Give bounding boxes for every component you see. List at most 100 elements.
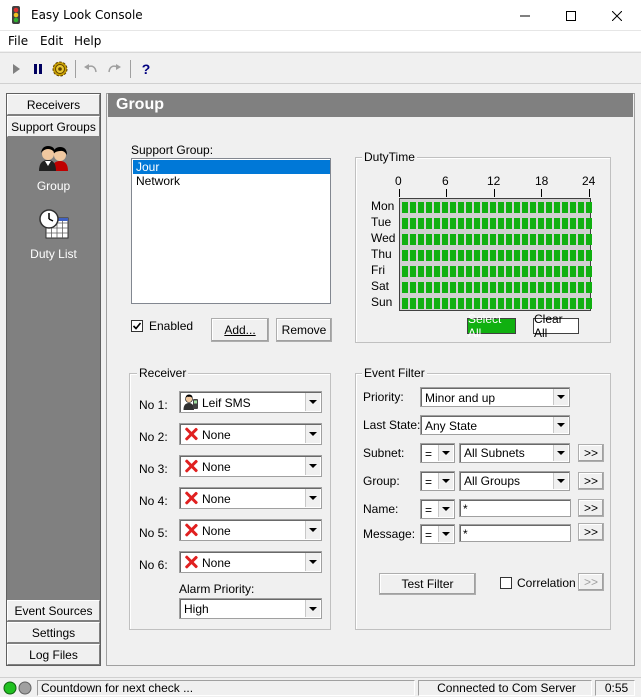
duty-cell[interactable] bbox=[458, 234, 464, 245]
name-more-button[interactable]: >> bbox=[578, 499, 604, 517]
duty-cell[interactable] bbox=[490, 218, 496, 229]
duty-cell[interactable] bbox=[586, 234, 592, 245]
duty-cell[interactable] bbox=[418, 266, 424, 277]
maximize-button[interactable] bbox=[548, 0, 594, 31]
duty-cell[interactable] bbox=[522, 250, 528, 261]
duty-cell[interactable] bbox=[434, 202, 440, 213]
duty-cell[interactable] bbox=[506, 282, 512, 293]
duty-cell[interactable] bbox=[562, 282, 568, 293]
duty-cell[interactable] bbox=[402, 282, 408, 293]
duty-cell[interactable] bbox=[506, 218, 512, 229]
duty-cell[interactable] bbox=[562, 202, 568, 213]
alarm-priority-dropdown[interactable]: High bbox=[179, 598, 322, 619]
receiver-dropdown[interactable]: None bbox=[179, 487, 322, 509]
duty-cell[interactable] bbox=[418, 202, 424, 213]
duty-cell[interactable] bbox=[538, 202, 544, 213]
duty-cell[interactable] bbox=[578, 298, 584, 309]
duty-cell[interactable] bbox=[562, 298, 568, 309]
receiver-dropdown[interactable]: None bbox=[179, 519, 322, 541]
redo-button[interactable] bbox=[105, 60, 123, 78]
duty-cell[interactable] bbox=[570, 250, 576, 261]
duty-cell[interactable] bbox=[410, 282, 416, 293]
duty-cell[interactable] bbox=[426, 234, 432, 245]
duty-cell[interactable] bbox=[514, 218, 520, 229]
duty-cell[interactable] bbox=[442, 266, 448, 277]
clear-all-button[interactable]: Clear All bbox=[533, 312, 579, 340]
nav-tab-support-groups[interactable]: Support Groups bbox=[7, 116, 100, 137]
menu-edit[interactable]: Edit bbox=[40, 34, 63, 48]
duty-cell[interactable] bbox=[570, 266, 576, 277]
duty-cell[interactable] bbox=[490, 234, 496, 245]
duty-cell[interactable] bbox=[578, 234, 584, 245]
test-filter-button[interactable]: Test Filter bbox=[379, 573, 476, 595]
list-item[interactable]: Network bbox=[133, 174, 330, 188]
duty-cell[interactable] bbox=[434, 250, 440, 261]
list-item-selected[interactable]: Jour bbox=[133, 160, 330, 174]
duty-cell[interactable] bbox=[506, 250, 512, 261]
duty-cell[interactable] bbox=[554, 266, 560, 277]
duty-cell[interactable] bbox=[546, 266, 552, 277]
duty-cell[interactable] bbox=[522, 218, 528, 229]
receiver-dropdown[interactable]: None bbox=[179, 551, 322, 573]
duty-cell[interactable] bbox=[450, 298, 456, 309]
duty-cell[interactable] bbox=[490, 298, 496, 309]
duty-cell[interactable] bbox=[546, 218, 552, 229]
duty-cell[interactable] bbox=[482, 234, 488, 245]
duty-cell[interactable] bbox=[402, 234, 408, 245]
duty-cell[interactable] bbox=[522, 266, 528, 277]
subnet-dropdown[interactable]: All Subnets bbox=[459, 443, 570, 463]
receiver-dropdown[interactable]: None bbox=[179, 455, 322, 477]
nav-item-group[interactable]: Group bbox=[7, 142, 100, 194]
duty-cell[interactable] bbox=[434, 282, 440, 293]
duty-cell[interactable] bbox=[578, 282, 584, 293]
duty-cell[interactable] bbox=[434, 266, 440, 277]
duty-cell[interactable] bbox=[562, 234, 568, 245]
duty-cell[interactable] bbox=[578, 266, 584, 277]
duty-cell[interactable] bbox=[458, 250, 464, 261]
duty-cell[interactable] bbox=[450, 218, 456, 229]
duty-cell[interactable] bbox=[450, 202, 456, 213]
duty-cell[interactable] bbox=[426, 218, 432, 229]
duty-cell[interactable] bbox=[570, 298, 576, 309]
duty-cell[interactable] bbox=[490, 266, 496, 277]
receiver-dropdown[interactable]: None bbox=[179, 423, 322, 445]
duty-cell[interactable] bbox=[498, 234, 504, 245]
correlation-checkbox[interactable] bbox=[500, 577, 512, 589]
duty-cell[interactable] bbox=[554, 234, 560, 245]
duty-cell[interactable] bbox=[530, 298, 536, 309]
duty-cell[interactable] bbox=[474, 298, 480, 309]
duty-cell[interactable] bbox=[410, 298, 416, 309]
nav-tab-receivers[interactable]: Receivers bbox=[7, 94, 100, 115]
duty-cell[interactable] bbox=[482, 202, 488, 213]
duty-cell[interactable] bbox=[490, 202, 496, 213]
duty-cell[interactable] bbox=[514, 266, 520, 277]
duty-cell[interactable] bbox=[554, 298, 560, 309]
duty-cell[interactable] bbox=[538, 282, 544, 293]
duty-cell[interactable] bbox=[458, 218, 464, 229]
minimize-button[interactable] bbox=[502, 0, 548, 31]
duty-cell[interactable] bbox=[522, 234, 528, 245]
close-button[interactable] bbox=[594, 0, 640, 31]
duty-cell[interactable] bbox=[522, 298, 528, 309]
duty-cell[interactable] bbox=[458, 266, 464, 277]
duty-cell[interactable] bbox=[450, 266, 456, 277]
duty-cell[interactable] bbox=[570, 234, 576, 245]
duty-cell[interactable] bbox=[482, 250, 488, 261]
duty-cell[interactable] bbox=[514, 282, 520, 293]
duty-cell[interactable] bbox=[482, 218, 488, 229]
duty-cell[interactable] bbox=[498, 202, 504, 213]
duty-cell[interactable] bbox=[514, 298, 520, 309]
duty-cell[interactable] bbox=[402, 250, 408, 261]
nav-tab-event-sources[interactable]: Event Sources bbox=[7, 600, 100, 621]
duty-cell[interactable] bbox=[522, 202, 528, 213]
nav-tab-settings[interactable]: Settings bbox=[7, 622, 100, 643]
duty-cell[interactable] bbox=[410, 234, 416, 245]
duty-cell[interactable] bbox=[450, 250, 456, 261]
duty-cell[interactable] bbox=[418, 282, 424, 293]
duty-cell[interactable] bbox=[434, 234, 440, 245]
settings-button[interactable] bbox=[51, 60, 69, 78]
duty-cell[interactable] bbox=[586, 218, 592, 229]
duty-cell[interactable] bbox=[498, 218, 504, 229]
duty-cell[interactable] bbox=[474, 282, 480, 293]
duty-cell[interactable] bbox=[418, 298, 424, 309]
